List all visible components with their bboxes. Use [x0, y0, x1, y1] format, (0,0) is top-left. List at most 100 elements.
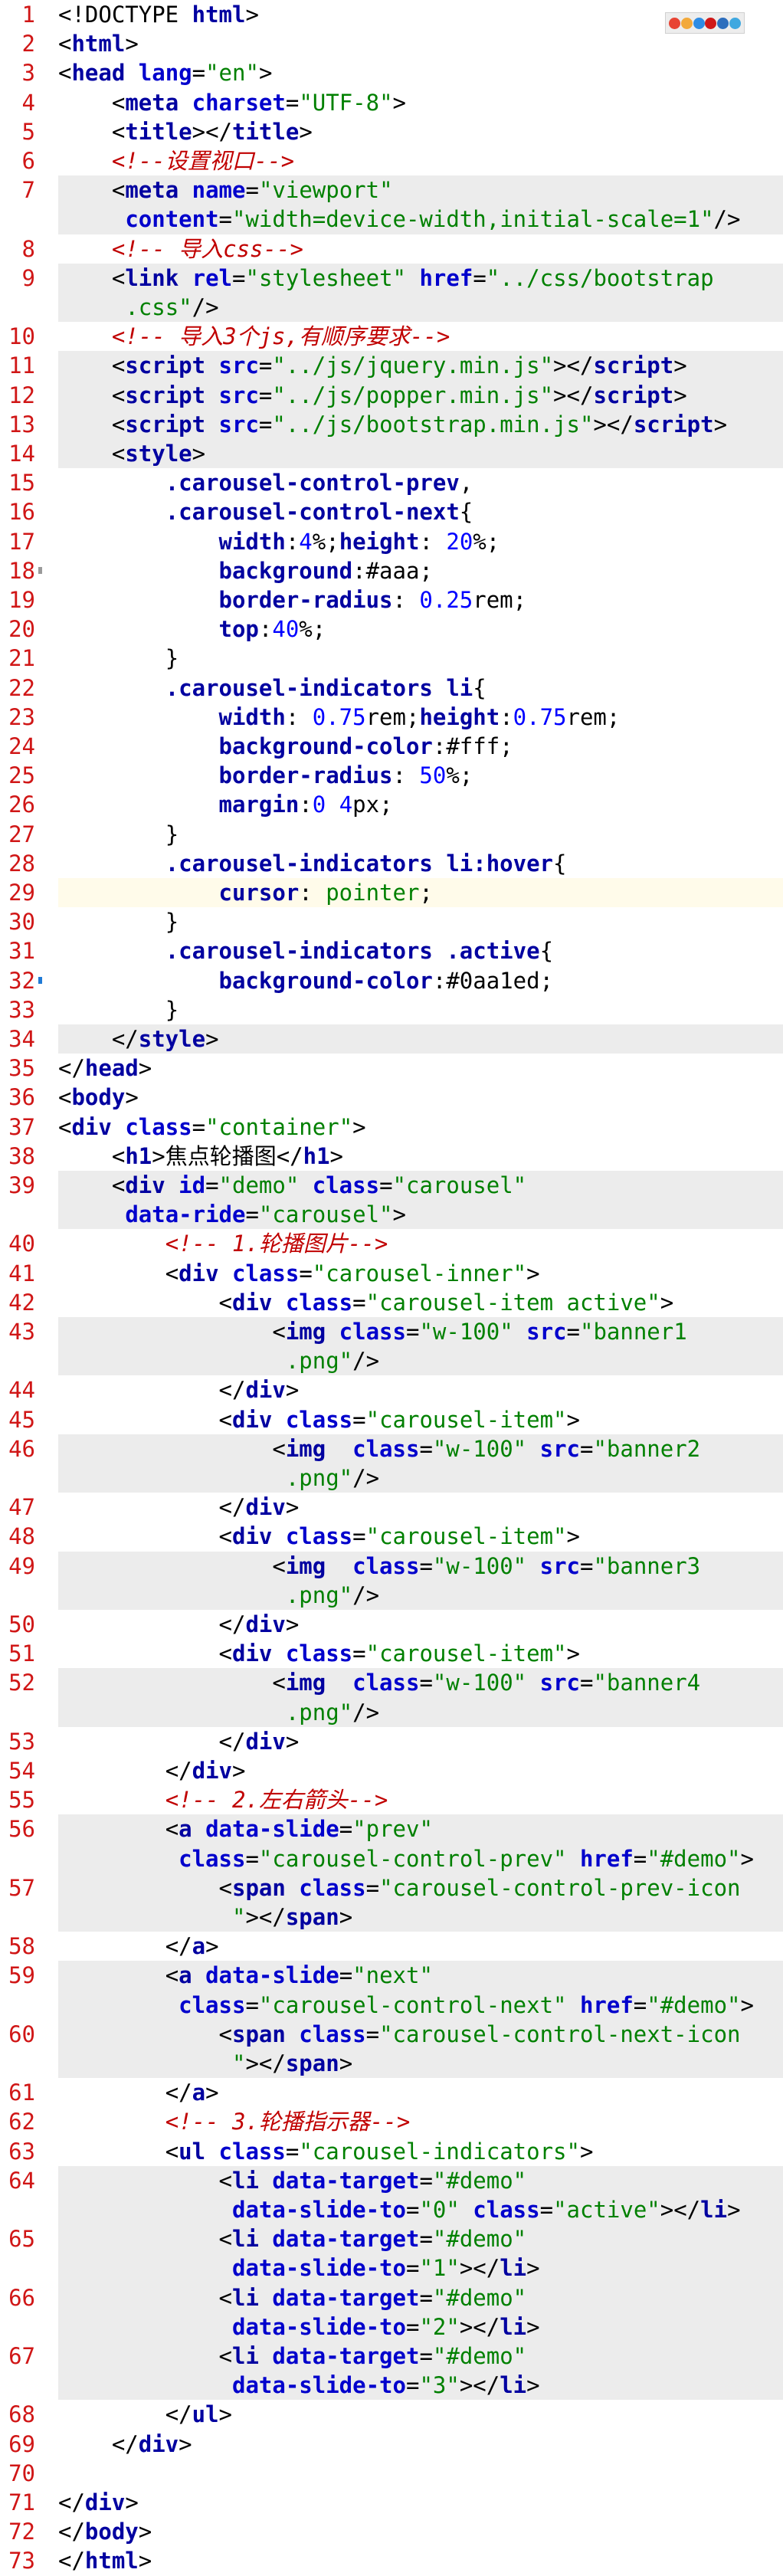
code-text[interactable]: <meta charset="UTF-8"> — [58, 88, 783, 117]
code-line[interactable]: 49 <img class="w-100" src="banner3 — [0, 1551, 783, 1581]
code-line[interactable]: 38 <h1>焦点轮播图</h1> — [0, 1142, 783, 1171]
code-line[interactable]: 29 cursor: pointer; — [0, 878, 783, 908]
code-text[interactable]: <style> — [58, 439, 783, 469]
code-line[interactable]: 66 <li data-target="#demo" — [0, 2283, 783, 2312]
code-text[interactable]: } — [58, 995, 783, 1024]
code-line[interactable]: data-slide-to="1"></li> — [0, 2253, 783, 2283]
code-text[interactable]: <meta name="viewport" — [58, 175, 783, 205]
code-line[interactable]: 58 </a> — [0, 1932, 783, 1961]
code-text[interactable]: "></span> — [58, 1903, 783, 1932]
code-text[interactable]: .carousel-control-prev, — [58, 468, 783, 497]
browser-preview-toolbar[interactable] — [665, 12, 745, 34]
code-line[interactable]: 28 .carousel-indicators li:hover{ — [0, 849, 783, 878]
code-text[interactable]: } — [58, 820, 783, 849]
code-text[interactable]: <div class="carousel-inner"> — [58, 1259, 783, 1288]
code-line[interactable]: 17 width:4%;height: 20%; — [0, 527, 783, 556]
opera-icon[interactable] — [705, 17, 717, 29]
code-text[interactable]: .carousel-indicators .active{ — [58, 936, 783, 965]
code-line[interactable]: 22 .carousel-indicators li{ — [0, 673, 783, 703]
code-text[interactable]: .png"/> — [58, 1346, 783, 1376]
code-text[interactable]: <div class="carousel-item"> — [58, 1522, 783, 1551]
code-text[interactable]: </head> — [58, 1054, 783, 1083]
code-text[interactable]: <!-- 2.左右箭头--> — [58, 1785, 783, 1814]
code-text[interactable]: <!-- 1.轮播图片--> — [58, 1229, 783, 1258]
code-text[interactable]: <body> — [58, 1083, 783, 1112]
code-line[interactable]: "></span> — [0, 2049, 783, 2079]
code-text[interactable]: </a> — [58, 1932, 783, 1961]
code-text[interactable]: top:40%; — [58, 615, 783, 644]
code-text[interactable]: <li data-target="#demo" — [58, 2224, 783, 2254]
code-line[interactable]: 24 background-color:#fff; — [0, 732, 783, 761]
code-text[interactable]: <div class="carousel-item active"> — [58, 1288, 783, 1317]
code-text[interactable]: </body> — [58, 2517, 783, 2546]
code-text[interactable]: data-slide-to="2"></li> — [58, 2312, 783, 2342]
code-line[interactable]: 52 <img class="w-100" src="banner4 — [0, 1668, 783, 1698]
code-line[interactable]: 35 </head> — [0, 1054, 783, 1083]
code-text[interactable]: <div class="container"> — [58, 1113, 783, 1142]
code-line[interactable]: 61 </a> — [0, 2078, 783, 2107]
code-text[interactable]: width:4%;height: 20%; — [58, 527, 783, 556]
code-line[interactable]: 39 <div id="demo" class="carousel" — [0, 1171, 783, 1201]
code-text[interactable]: .carousel-indicators li{ — [58, 673, 783, 703]
code-line[interactable]: 51 <div class="carousel-item"> — [0, 1639, 783, 1668]
code-line[interactable]: 16 .carousel-control-next{ — [0, 497, 783, 526]
code-text[interactable]: </a> — [58, 2078, 783, 2107]
code-text[interactable]: <!-- 导入3个js,有顺序要求--> — [58, 322, 783, 351]
safari-icon[interactable] — [693, 17, 705, 29]
code-text[interactable]: class="carousel-control-prev" href="#dem… — [58, 1844, 783, 1873]
code-text[interactable]: <!--设置视口--> — [58, 146, 783, 175]
chrome-icon[interactable] — [669, 17, 681, 29]
code-line[interactable]: data-slide-to="0" class="active"></li> — [0, 2195, 783, 2225]
code-line[interactable]: 65 <li data-target="#demo" — [0, 2224, 783, 2254]
code-text[interactable]: <img class="w-100" src="banner3 — [58, 1551, 783, 1581]
code-line[interactable]: 41 <div class="carousel-inner"> — [0, 1259, 783, 1288]
code-text[interactable]: data-ride="carousel"> — [58, 1200, 783, 1230]
code-text[interactable]: .carousel-indicators li:hover{ — [58, 849, 783, 878]
code-text[interactable]: .png"/> — [58, 1463, 783, 1493]
code-line[interactable]: 46 <img class="w-100" src="banner2 — [0, 1434, 783, 1463]
code-line[interactable]: content="width=device-width,initial-scal… — [0, 205, 783, 234]
code-line[interactable]: 31 .carousel-indicators .active{ — [0, 936, 783, 965]
code-text[interactable]: </div> — [58, 2488, 783, 2517]
code-text[interactable]: </div> — [58, 1756, 783, 1785]
code-text[interactable]: <div id="demo" class="carousel" — [58, 1171, 783, 1201]
code-line[interactable]: 60 <span class="carousel-control-next-ic… — [0, 2019, 783, 2049]
code-text[interactable]: content="width=device-width,initial-scal… — [58, 205, 783, 234]
code-text[interactable]: .css"/> — [58, 293, 783, 323]
code-text[interactable]: margin:0 4px; — [58, 790, 783, 819]
code-line[interactable]: 47 </div> — [0, 1493, 783, 1522]
code-text[interactable]: <a data-slide="prev" — [58, 1814, 783, 1844]
code-line[interactable]: 26 margin:0 4px; — [0, 790, 783, 819]
code-line[interactable]: 56 <a data-slide="prev" — [0, 1814, 783, 1844]
code-text[interactable]: </div> — [58, 1375, 783, 1404]
code-text[interactable]: class="carousel-control-next" href="#dem… — [58, 1990, 783, 2020]
code-line[interactable]: 20 top:40%; — [0, 615, 783, 644]
code-text[interactable]: cursor: pointer; — [58, 878, 783, 908]
code-line[interactable]: class="carousel-control-prev" href="#dem… — [0, 1844, 783, 1873]
code-line[interactable]: 42 <div class="carousel-item active"> — [0, 1288, 783, 1317]
code-text[interactable]: .carousel-control-next{ — [58, 497, 783, 526]
code-text[interactable]: </div> — [58, 1727, 783, 1756]
code-line[interactable]: 70 — [0, 2459, 783, 2488]
code-line[interactable]: 21 } — [0, 644, 783, 673]
code-text[interactable]: background:#aaa; — [58, 556, 783, 585]
code-line[interactable]: 72 </body> — [0, 2517, 783, 2546]
code-line[interactable]: 50 </div> — [0, 1610, 783, 1639]
code-line[interactable]: .png"/> — [0, 1580, 783, 1610]
code-line[interactable]: .png"/> — [0, 1463, 783, 1493]
code-line[interactable]: 30 } — [0, 907, 783, 936]
code-text[interactable]: <ul class="carousel-indicators"> — [58, 2137, 783, 2166]
code-line[interactable]: 55 <!-- 2.左右箭头--> — [0, 1785, 783, 1814]
code-text[interactable]: border-radius: 0.25rem; — [58, 585, 783, 615]
code-line[interactable]: "></span> — [0, 1903, 783, 1932]
code-text[interactable]: border-radius: 50%; — [58, 761, 783, 790]
code-line[interactable]: 63 <ul class="carousel-indicators"> — [0, 2137, 783, 2166]
code-line[interactable]: 64 <li data-target="#demo" — [0, 2165, 783, 2195]
code-text[interactable]: <a data-slide="next" — [58, 1961, 783, 1991]
code-line[interactable]: .css"/> — [0, 293, 783, 323]
code-line[interactable]: 53 </div> — [0, 1727, 783, 1756]
code-text[interactable]: <script src="../js/jquery.min.js"></scri… — [58, 351, 783, 381]
code-text[interactable]: </html> — [58, 2546, 783, 2575]
code-text[interactable]: "></span> — [58, 2049, 783, 2079]
code-line[interactable]: data-slide-to="3"></li> — [0, 2371, 783, 2401]
